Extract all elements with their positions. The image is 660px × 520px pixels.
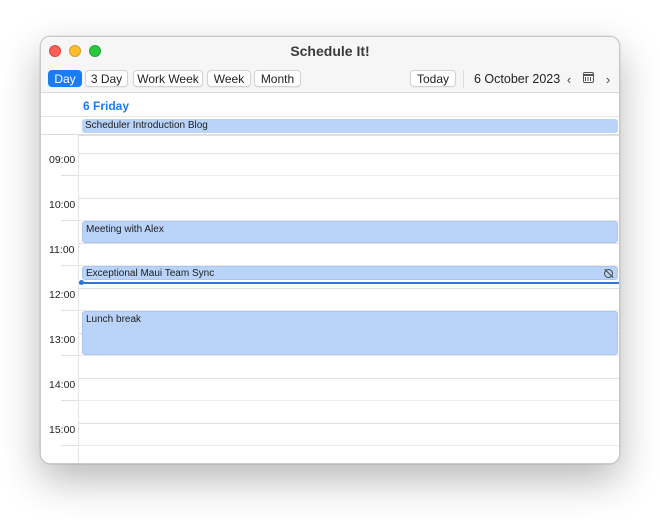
grid-tick	[61, 265, 79, 266]
recurrence-exception-icon	[604, 269, 613, 278]
grid-line	[79, 198, 619, 199]
grid-tick	[61, 220, 79, 221]
grid-line	[79, 445, 619, 446]
current-date-label: 6 October 2023	[474, 72, 561, 86]
day-name[interactable]: 6 Friday	[83, 99, 129, 113]
hour-label: 11:00	[49, 244, 75, 256]
grid-tick	[61, 445, 79, 446]
grid-line	[79, 378, 619, 379]
all-day-event[interactable]: Scheduler Introduction Blog	[82, 119, 618, 133]
hour-label: 12:00	[49, 289, 76, 301]
chevron-right-icon[interactable]: ›	[603, 71, 613, 87]
current-time-dot	[79, 280, 84, 285]
event-meeting-with-alex[interactable]: Meeting with Alex	[82, 221, 618, 243]
grid-line	[79, 135, 619, 136]
day-header: 6 Friday	[41, 93, 619, 117]
grid-line	[79, 175, 619, 176]
hour-label: 14:00	[49, 379, 76, 391]
all-day-row: Scheduler Introduction Blog	[41, 117, 619, 135]
window-title: Schedule It!	[290, 43, 370, 59]
grid-tick	[61, 310, 79, 311]
view-day-button[interactable]: Day	[48, 70, 82, 87]
grid-line	[79, 288, 619, 289]
today-button[interactable]: Today	[410, 70, 456, 87]
current-time-line	[79, 282, 619, 284]
view-workweek-button[interactable]: Work Week	[133, 70, 203, 87]
grid-line	[79, 153, 619, 154]
event-exceptional-maui-team-sync[interactable]: Exceptional Maui Team Sync	[82, 266, 618, 280]
event-title: Exceptional Maui Team Sync	[86, 268, 215, 279]
event-lunch-break[interactable]: Lunch break	[82, 311, 618, 355]
event-title: Lunch break	[86, 314, 142, 325]
view-month-button[interactable]: Month	[254, 70, 301, 87]
view-week-button[interactable]: Week	[207, 70, 251, 87]
grid-tick	[61, 400, 79, 401]
grid-line	[79, 355, 619, 356]
grid-tick	[61, 175, 79, 176]
toolbar: Day 3 Day Work Week Week Month Today 6 O…	[41, 65, 619, 93]
event-title: Meeting with Alex	[86, 224, 164, 235]
title-bar: Schedule It!	[41, 37, 619, 65]
hour-label: 13:00	[49, 334, 76, 346]
grid-tick	[61, 355, 79, 356]
hour-label: 09:00	[49, 154, 76, 166]
grid-line	[79, 423, 619, 424]
calendar-icon[interactable]	[583, 72, 594, 83]
app-window: Schedule It! Day 3 Day Work Week Week Mo…	[40, 36, 620, 464]
view-3day-button[interactable]: 3 Day	[85, 70, 128, 87]
grid-line	[79, 243, 619, 244]
chevron-left-icon[interactable]: ‹	[564, 71, 574, 87]
grid-line	[79, 400, 619, 401]
hour-label: 15:00	[49, 424, 76, 436]
time-grid[interactable]: 09:00 10:00 11:00 12:00 13:00 14:00 15:0…	[41, 135, 619, 463]
toolbar-separator	[463, 70, 464, 88]
hour-label: 10:00	[49, 199, 76, 211]
